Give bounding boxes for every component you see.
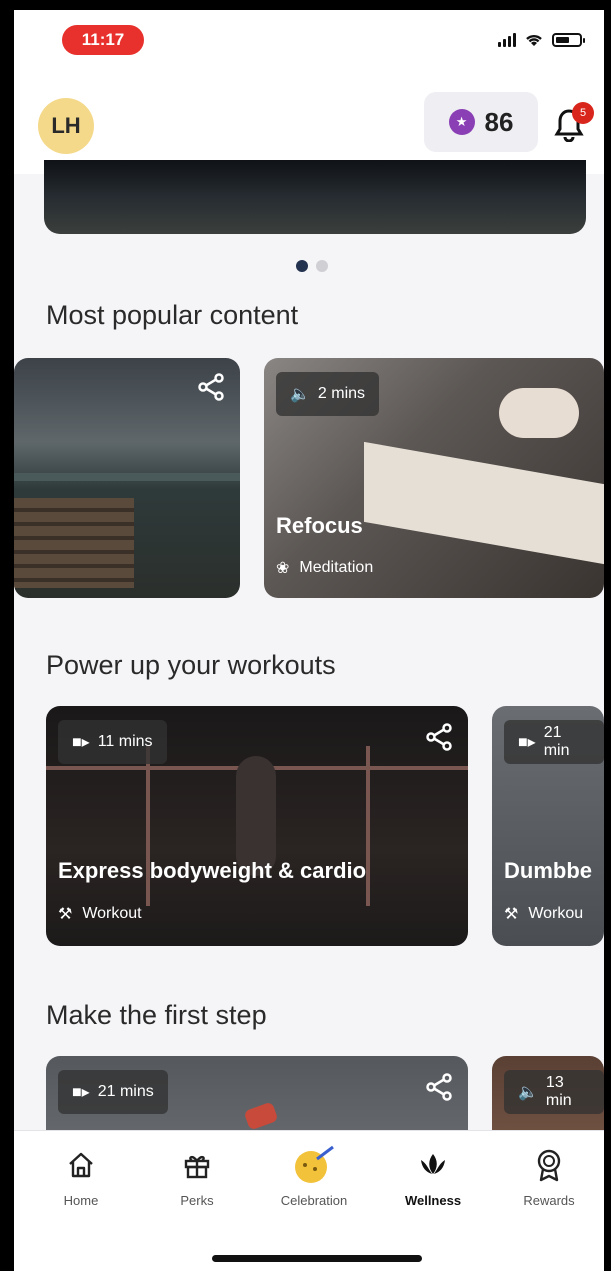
home-icon: [26, 1145, 136, 1185]
coffee-cup-image: [499, 388, 579, 438]
points-balance[interactable]: ★ 86: [424, 92, 538, 152]
lake-horizon: [14, 473, 240, 481]
avatar[interactable]: LH: [38, 98, 94, 154]
card-title: Refocus: [276, 513, 363, 538]
bottom-nav: Home Perks Celebration Wellness Rewards: [14, 1130, 604, 1271]
dock-image: [14, 498, 134, 588]
shoe-image: [243, 1101, 279, 1131]
app-screen: 11:17 LH ★ 86 5 Most popular content 🔈 2…: [14, 10, 604, 1271]
lotus-icon: [378, 1145, 488, 1185]
card-type: ❀ Meditation: [276, 559, 374, 577]
share-icon[interactable]: [424, 722, 454, 752]
hero-banner[interactable]: [44, 160, 586, 234]
nav-item-perks[interactable]: Perks: [142, 1145, 252, 1208]
award-icon: [494, 1145, 604, 1185]
nav-item-home[interactable]: Home: [26, 1145, 136, 1208]
section-title-first-step: Make the first step: [46, 1000, 267, 1030]
nav-item-wellness[interactable]: Wellness: [378, 1145, 488, 1208]
battery-icon: [552, 33, 585, 47]
content-card-refocus[interactable]: 🔈 2 mins Refocus ❀ Meditation: [264, 358, 604, 598]
carousel-dot[interactable]: [296, 260, 308, 272]
status-icons: [498, 32, 585, 48]
duration-text: 21 min: [543, 724, 570, 759]
lotus-icon: ❀: [276, 560, 290, 577]
duration-badge: ■▸ 11 mins: [58, 720, 167, 764]
duration-text: 13 min: [545, 1074, 572, 1109]
content-card-express-bodyweight[interactable]: ■▸ 11 mins Express bodyweight & cardio ⚒…: [46, 706, 468, 946]
duration-badge: 🔈 2 mins: [276, 372, 380, 416]
book-image: [364, 441, 604, 565]
party-icon: [259, 1145, 369, 1185]
speaker-icon: 🔈: [290, 386, 310, 403]
notification-button[interactable]: 5: [554, 102, 594, 146]
status-time: 11:17: [62, 25, 144, 55]
signal-icon: [498, 33, 516, 47]
duration-badge: ■▸ 21 mins: [58, 1070, 168, 1114]
nav-item-celebration[interactable]: Celebration: [259, 1145, 369, 1208]
share-icon[interactable]: [196, 372, 226, 402]
speaker-icon: 🔈: [518, 1084, 538, 1101]
dumbbell-icon: ⚒: [58, 906, 73, 923]
duration-text: 11 mins: [97, 733, 153, 750]
section-title-workouts: Power up your workouts: [46, 650, 336, 680]
duration-badge: 🔈 13 min: [504, 1070, 604, 1114]
card-title: Dumbbe: [504, 858, 592, 883]
share-icon[interactable]: [424, 1072, 454, 1102]
content-card[interactable]: [14, 358, 240, 598]
carousel-dot[interactable]: [316, 260, 328, 272]
section-title-popular: Most popular content: [46, 300, 299, 330]
carousel-dots: [296, 260, 328, 272]
status-bar: 11:17: [14, 10, 604, 72]
duration-text: 2 mins: [317, 385, 366, 402]
duration-badge: ■▸ 21 min: [504, 720, 604, 764]
card-type: ⚒ Workou: [504, 905, 584, 923]
home-indicator[interactable]: [212, 1255, 422, 1262]
video-icon: ■▸: [72, 734, 90, 751]
content-card-dumbbell[interactable]: ■▸ 21 min Dumbbe ⚒ Workou: [492, 706, 604, 946]
notification-badge: 5: [572, 102, 594, 124]
card-title: Express bodyweight & cardio: [58, 858, 367, 883]
gym-rail: [366, 746, 370, 906]
nav-item-rewards[interactable]: Rewards: [494, 1145, 604, 1208]
video-icon: ■▸: [72, 1084, 90, 1101]
duration-text: 21 mins: [97, 1083, 154, 1100]
top-header: LH ★ 86 5: [14, 72, 604, 174]
card-type: ⚒ Workout: [58, 905, 142, 923]
points-value: 86: [484, 106, 514, 137]
star-icon: ★: [448, 109, 475, 135]
wifi-icon: [526, 34, 542, 46]
dumbbell-icon: ⚒: [504, 906, 519, 923]
video-icon: ■▸: [518, 734, 536, 751]
gift-icon: [142, 1145, 252, 1185]
